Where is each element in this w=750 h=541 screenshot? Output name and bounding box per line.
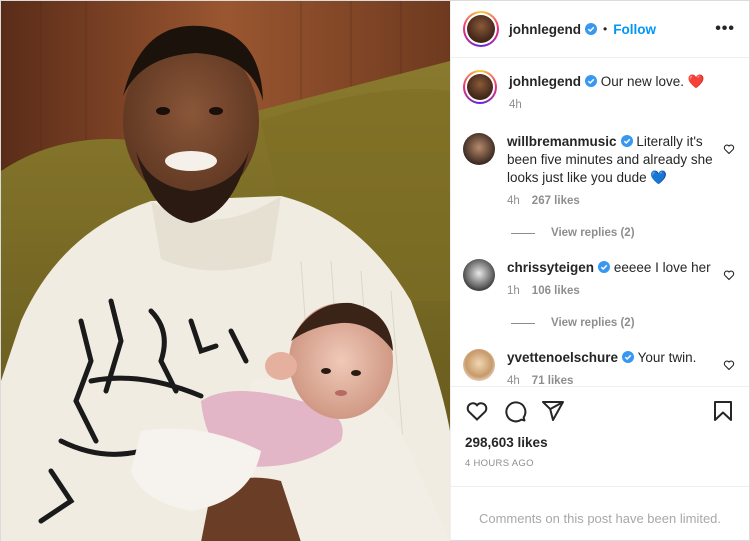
comments-limited-notice: Comments on this post have been limited. bbox=[451, 486, 749, 526]
comment-username[interactable]: willbremanmusic bbox=[507, 134, 617, 149]
commenter-avatar[interactable] bbox=[463, 259, 495, 291]
post-side-panel: johnlegend • Follow ••• johnlegend Our n… bbox=[450, 1, 749, 540]
view-replies-button[interactable]: View replies (2) bbox=[511, 317, 735, 329]
comment-time[interactable]: 1h bbox=[507, 285, 520, 297]
verified-badge-icon bbox=[622, 351, 635, 363]
comment-time[interactable]: 4h bbox=[507, 375, 520, 386]
verified-badge-icon bbox=[598, 261, 611, 273]
commenter-avatar[interactable] bbox=[463, 349, 495, 381]
comment-like-icon[interactable] bbox=[723, 143, 735, 155]
author-username[interactable]: johnlegend bbox=[509, 22, 581, 37]
verified-badge-icon bbox=[620, 135, 633, 147]
verified-badge-icon bbox=[585, 23, 597, 35]
caption-avatar[interactable] bbox=[463, 70, 497, 104]
caption-time[interactable]: 4h bbox=[509, 99, 522, 111]
post-header: johnlegend • Follow ••• bbox=[451, 1, 749, 58]
commenter-avatar[interactable] bbox=[463, 133, 495, 165]
comment-like-icon[interactable] bbox=[723, 269, 735, 281]
caption-text: Our new love. ❤️ bbox=[600, 74, 705, 89]
comment-item: chrissyteigen eeeee I love her 1h 106 li… bbox=[463, 259, 735, 297]
comment-username[interactable]: yvettenoelschure bbox=[507, 350, 618, 365]
post-timestamp[interactable]: 4 HOURS AGO bbox=[465, 458, 735, 469]
share-icon[interactable] bbox=[541, 399, 565, 423]
comment-text: eeeee I love her bbox=[613, 260, 711, 275]
comment-text: Your twin. bbox=[637, 350, 697, 365]
comment-username[interactable]: chrissyteigen bbox=[507, 260, 594, 275]
heart-icon[interactable] bbox=[465, 399, 489, 423]
comment-item: willbremanmusic Literally it's been five… bbox=[463, 133, 735, 207]
author-avatar[interactable] bbox=[463, 11, 499, 47]
action-bar: 298,603 likes 4 HOURS AGO Comments on th… bbox=[451, 386, 749, 540]
separator-dot: • bbox=[603, 22, 608, 36]
likes-count[interactable]: 298,603 likes bbox=[465, 435, 735, 450]
comment-time[interactable]: 4h bbox=[507, 195, 520, 207]
caption: johnlegend Our new love. ❤️ 4h bbox=[463, 70, 735, 111]
comment-likes[interactable]: 106 likes bbox=[532, 285, 580, 297]
bookmark-icon[interactable] bbox=[711, 399, 735, 423]
follow-button[interactable]: Follow bbox=[613, 22, 656, 37]
comment-likes[interactable]: 267 likes bbox=[532, 195, 580, 207]
view-replies-button[interactable]: View replies (2) bbox=[511, 227, 735, 239]
more-options-icon[interactable]: ••• bbox=[715, 20, 735, 38]
comment-like-icon[interactable] bbox=[723, 359, 735, 371]
instagram-post: johnlegend • Follow ••• johnlegend Our n… bbox=[0, 0, 750, 541]
verified-badge-icon bbox=[585, 75, 597, 87]
comment-item: yvettenoelschure Your twin. 4h 71 likes bbox=[463, 349, 735, 386]
post-photo[interactable] bbox=[1, 1, 450, 541]
comment-icon[interactable] bbox=[503, 399, 527, 423]
view-replies-label: View replies (2) bbox=[551, 227, 635, 239]
post-image bbox=[1, 1, 450, 541]
comments-list: johnlegend Our new love. ❤️ 4h willbrema… bbox=[451, 58, 749, 386]
caption-username[interactable]: johnlegend bbox=[509, 74, 581, 89]
view-replies-label: View replies (2) bbox=[551, 317, 635, 329]
comment-likes[interactable]: 71 likes bbox=[532, 375, 574, 386]
